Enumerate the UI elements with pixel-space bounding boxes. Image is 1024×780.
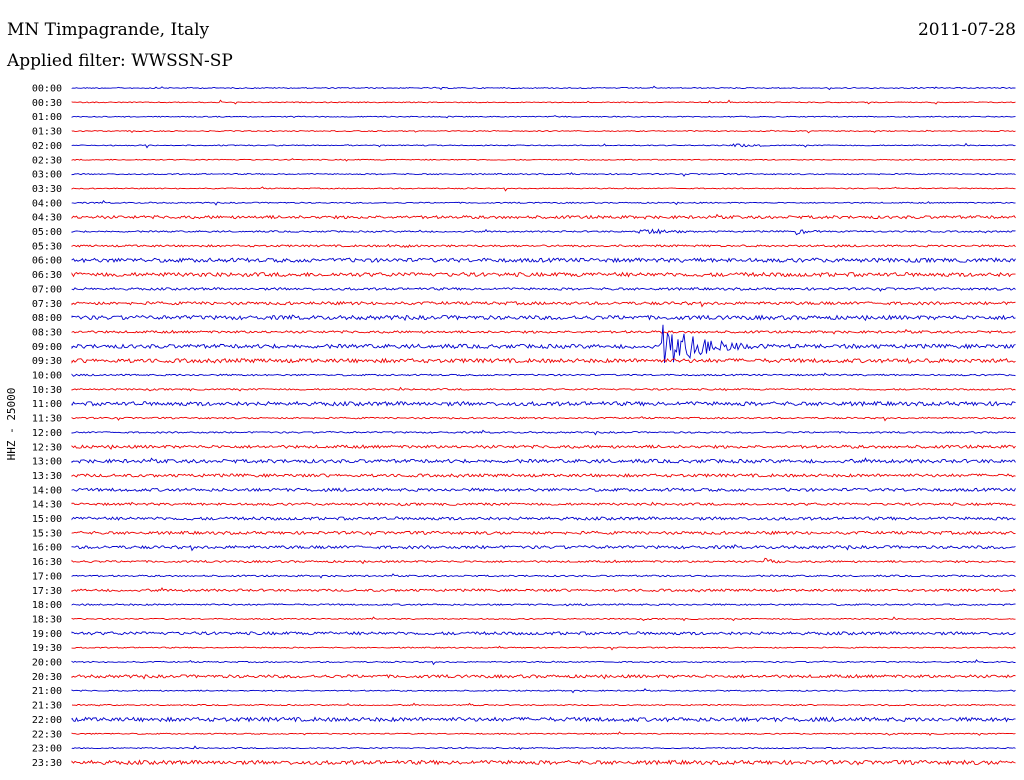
time-tick-label: 09:00 [32,342,62,353]
seismic-trace [71,228,1016,236]
seismic-trace [71,516,1016,521]
seismic-trace [71,759,1016,766]
time-tick-label: 14:30 [32,500,62,511]
time-tick-label: 19:30 [32,643,62,654]
seismic-trace [71,243,1016,248]
time-tick-label: 02:30 [32,155,62,166]
y-axis-label: HHZ - 25000 [5,388,18,461]
seismic-trace [71,286,1016,292]
seismic-trace [71,85,1016,91]
time-tick-label: 05:30 [32,241,62,252]
seismic-trace [71,557,1016,565]
seismic-trace [71,688,1016,694]
seismic-trace [71,457,1016,464]
seismic-trace [71,702,1016,707]
time-tick-label: 23:00 [32,744,62,755]
seismic-trace [71,473,1016,478]
seismic-trace [71,158,1016,162]
seismic-trace [71,257,1016,264]
seismic-trace [71,659,1016,666]
time-tick-label: 20:30 [32,672,62,683]
seismic-trace [71,530,1016,536]
time-tick-label: 15:30 [32,528,62,539]
time-tick-label: 22:30 [32,729,62,740]
time-tick-label: 12:00 [32,428,62,439]
time-tick-label: 10:00 [32,371,62,382]
time-tick-label: 18:30 [32,614,62,625]
time-tick-label: 13:00 [32,457,62,468]
seismic-trace [71,487,1016,493]
time-tick-label: 13:30 [32,471,62,482]
time-tick-label: 01:00 [32,112,62,123]
time-tick-label: 16:00 [32,543,62,554]
seismic-trace [71,429,1016,436]
time-tick-label: 01:30 [32,127,62,138]
seismic-trace [71,645,1016,651]
time-tick-label: 15:00 [32,514,62,525]
seismic-trace [71,129,1016,134]
time-tick-label: 03:30 [32,184,62,195]
time-tick-label: 00:00 [32,84,62,95]
time-tick-label: 22:00 [32,715,62,726]
seismic-trace [71,199,1016,206]
time-tick-label: 08:30 [32,327,62,338]
time-tick-label: 18:00 [32,600,62,611]
seismic-trace [71,386,1016,392]
time-tick-label: 19:00 [32,629,62,640]
time-tick-label: 08:00 [32,313,62,324]
time-tick-label: 00:30 [32,98,62,109]
time-tick-label: 03:00 [32,170,62,181]
time-tick-label: 12:30 [32,442,62,453]
seismic-trace [71,271,1016,278]
seismic-trace [71,300,1016,308]
time-tick-label: 11:00 [32,399,62,410]
time-tick-label: 04:30 [32,213,62,224]
time-tick-label: 17:00 [32,571,62,582]
time-tick-label: 14:00 [32,485,62,496]
seismic-trace [71,357,1016,364]
seismic-trace [71,328,1016,335]
time-tick-label: 21:30 [32,701,62,712]
time-tick-label: 09:30 [32,356,62,367]
seismic-trace [71,400,1016,407]
time-tick-label: 17:30 [32,586,62,597]
time-tick-label: 04:00 [32,198,62,209]
seismic-trace [71,314,1016,322]
time-tick-label: 05:00 [32,227,62,238]
time-tick-label: 11:30 [32,414,62,425]
seismic-trace [71,213,1016,220]
seismic-trace [71,616,1016,622]
seismic-trace [71,324,1016,363]
time-tick-label: 06:30 [32,270,62,281]
seismic-trace [71,573,1016,579]
seismic-trace [71,630,1016,636]
seismic-trace [71,172,1016,177]
time-tick-label: 20:00 [32,658,62,669]
time-tick-label: 02:00 [32,141,62,152]
seismic-trace [71,716,1016,723]
time-tick-label: 16:30 [32,557,62,568]
seismic-trace [71,372,1016,377]
seismic-trace [71,603,1016,607]
seismic-trace [71,501,1016,507]
seismic-trace [71,673,1016,680]
seismic-trace [71,544,1016,552]
seismic-trace [71,745,1016,751]
seismic-trace [71,99,1016,105]
seismic-trace [71,186,1016,192]
time-tick-label: 06:00 [32,256,62,267]
time-tick-label: 10:30 [32,385,62,396]
seismic-trace [71,444,1016,450]
seismic-trace [71,731,1016,737]
seismic-trace [71,587,1016,593]
seismic-trace [71,115,1016,119]
time-tick-label: 07:30 [32,299,62,310]
time-tick-label: 23:30 [32,758,62,769]
time-tick-label: 07:00 [32,284,62,295]
seismogram-chart: 00:00 00:30 01:00 01:30 02:00 02:30 03:00 03:30… [5,84,1016,769]
seismogram-rows: 00:00 00:30 01:00 01:30 02:00 02:30 03:00 03:30… [32,84,1016,769]
time-tick-label: 21:00 [32,686,62,697]
seismic-trace [71,416,1016,422]
seismic-trace [71,142,1016,149]
